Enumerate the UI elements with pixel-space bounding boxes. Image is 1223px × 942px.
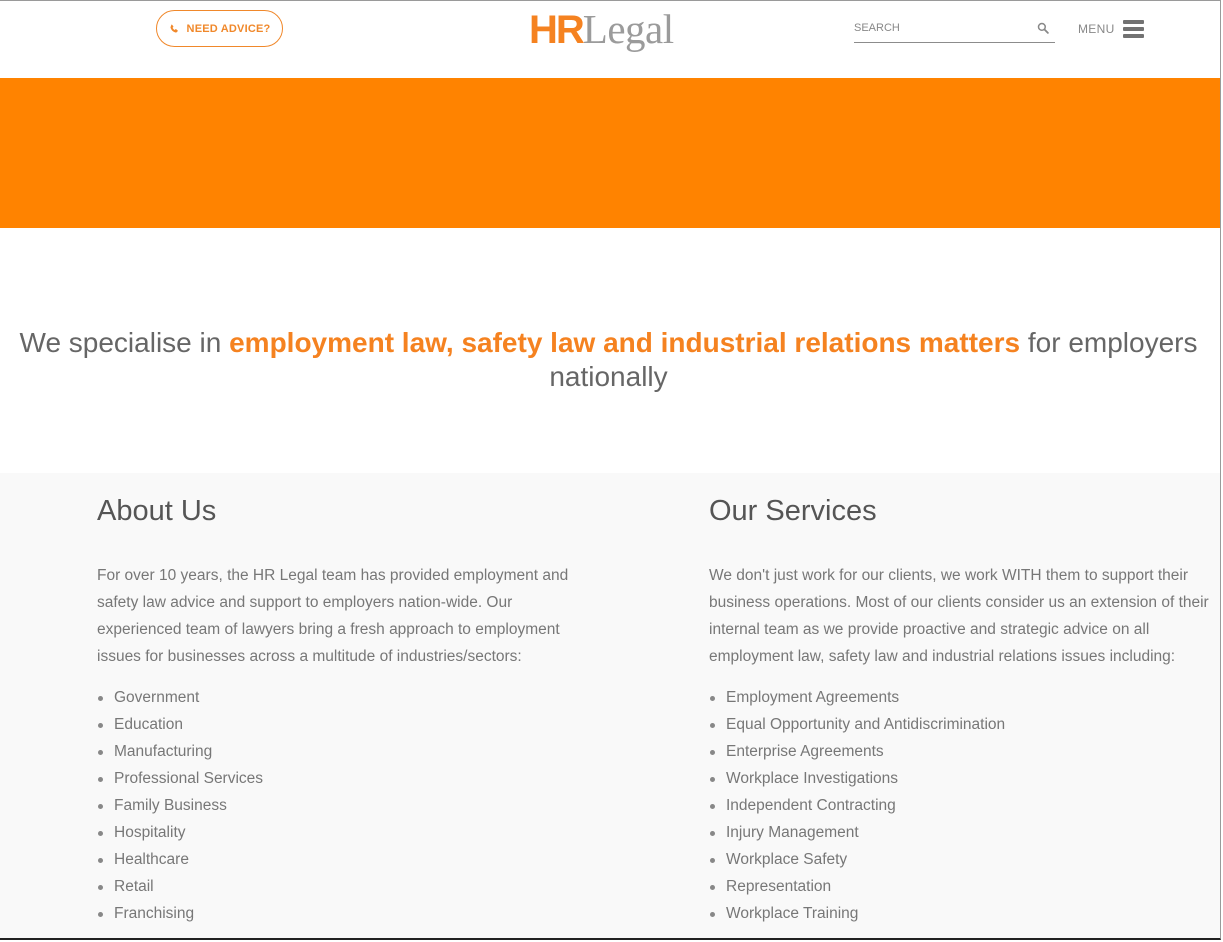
logo-legal-text: Legal [582, 6, 674, 52]
list-item: Healthcare [97, 846, 263, 873]
list-item: Workplace Safety [709, 846, 1005, 873]
list-item: Retail [97, 873, 263, 900]
list-item: Equal Opportunity and Antidiscrimination [709, 711, 1005, 738]
intro-highlight: employment law, safety law and industria… [229, 327, 1021, 358]
list-item: Enterprise Agreements [709, 738, 1005, 765]
list-item: Family Business [97, 792, 263, 819]
list-item: Professional Services [97, 765, 263, 792]
search-input[interactable] [854, 15, 1029, 41]
hamburger-icon [1122, 20, 1144, 38]
logo-hr-text: HR [529, 8, 585, 52]
list-item: Injury Management [709, 819, 1005, 846]
search-icon[interactable] [1037, 22, 1049, 34]
search-box [854, 15, 1055, 43]
services-list: Employment Agreements Equal Opportunity … [709, 684, 1005, 927]
list-item: Employment Agreements [709, 684, 1005, 711]
list-item: Independent Contracting [709, 792, 1005, 819]
hero-banner [0, 78, 1221, 228]
list-item: Hospitality [97, 819, 263, 846]
need-advice-button[interactable]: NEED ADVICE? [156, 10, 283, 47]
phone-icon [170, 24, 178, 33]
hr-legal-logo[interactable]: HR Legal [529, 5, 674, 61]
our-services-text: We don't just work for our clients, we w… [709, 567, 1209, 665]
need-advice-label: NEED ADVICE? [186, 22, 271, 35]
list-item: Education [97, 711, 263, 738]
menu-button[interactable]: MENU [1078, 20, 1144, 38]
industries-list: Government Education Manufacturing Profe… [97, 684, 263, 927]
list-item: Workplace Investigations [709, 765, 1005, 792]
our-services-title: Our Services [709, 495, 877, 527]
content-section: About Us For over 10 years, the HR Legal… [0, 473, 1221, 940]
list-item: Government [97, 684, 263, 711]
intro-heading: We specialise in employment law, safety … [0, 326, 1217, 394]
list-item: Representation [709, 873, 1005, 900]
menu-label: MENU [1078, 22, 1115, 36]
site-header: NEED ADVICE? HR Legal MENU [0, 1, 1221, 78]
about-us-text: For over 10 years, the HR Legal team has… [97, 567, 569, 665]
list-item: Manufacturing [97, 738, 263, 765]
list-item: Franchising [97, 900, 263, 927]
intro-prefix: We specialise in [19, 327, 230, 358]
list-item: Workplace Training [709, 900, 1005, 927]
about-us-title: About Us [97, 495, 217, 527]
